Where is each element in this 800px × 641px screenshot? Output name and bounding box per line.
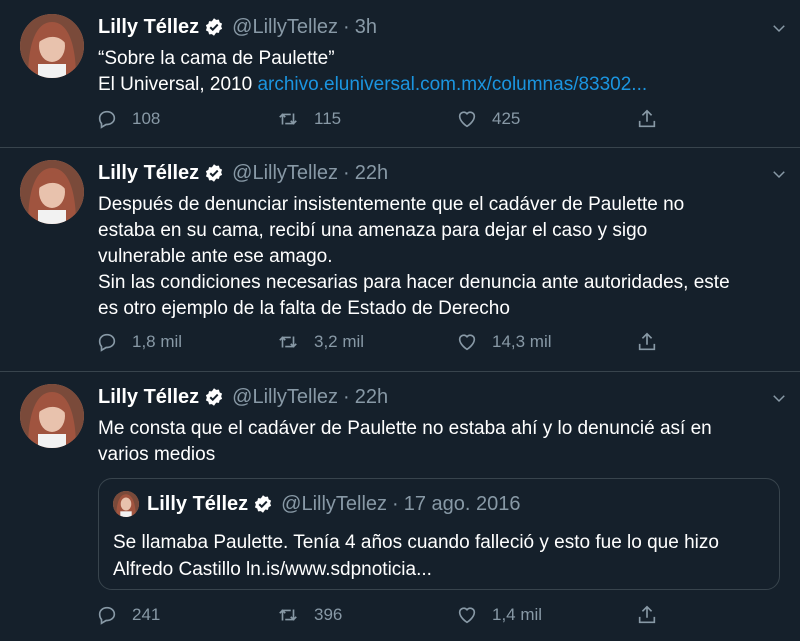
- reply-icon: [98, 110, 116, 129]
- tweet-timestamp[interactable]: 22h: [355, 386, 388, 409]
- tweet-text-line: Sin las condiciones necesarias para hace…: [98, 272, 730, 293]
- tweet-link[interactable]: archivo.eluniversal.com.mx/columnas/8330…: [257, 74, 647, 95]
- tweet[interactable]: Lilly Téllez @LillyTellez · 3h “Sobre la…: [0, 0, 800, 148]
- verified-badge-icon: [253, 494, 273, 514]
- tweet-timestamp[interactable]: 3h: [355, 16, 377, 39]
- quoted-tweet[interactable]: Lilly Téllez @LillyTellez · 17 ago. 2016…: [98, 478, 780, 590]
- author-name[interactable]: Lilly Téllez: [98, 162, 199, 185]
- quoted-text-line: Alfredo Castillo ln.is/www.sdpnoticia...: [113, 559, 432, 580]
- reply-icon: [98, 333, 116, 352]
- tweet-text-line: “Sobre la cama de Paulette”: [98, 48, 335, 69]
- chevron-down-icon: [773, 25, 785, 33]
- retweet-icon: [279, 609, 297, 621]
- like-count: 1,4 mil: [492, 605, 543, 624]
- quoted-tweet-header: Lilly Téllez @LillyTellez · 17 ago. 2016: [113, 491, 521, 517]
- share-button[interactable]: [636, 604, 676, 626]
- reply-count: 108: [132, 109, 161, 128]
- tweet-text: Después de denunciar insistentemente que…: [98, 192, 784, 322]
- like-count: 14,3 mil: [492, 332, 552, 351]
- like-button[interactable]: 1,4 mil: [456, 604, 636, 626]
- tweet[interactable]: Lilly Téllez @LillyTellez · 22h Me const…: [0, 372, 800, 641]
- reply-count: 241: [132, 605, 161, 624]
- like-count: 425: [492, 109, 521, 128]
- verified-badge-icon: [204, 163, 224, 183]
- heart-icon: [458, 334, 476, 351]
- quoted-tweet-timestamp: 17 ago. 2016: [403, 492, 521, 515]
- tweet-text-line: estaba en su cama, recibí una amenaza pa…: [98, 220, 648, 241]
- retweet-icon: [279, 336, 297, 348]
- author-name[interactable]: Lilly Téllez: [98, 386, 199, 409]
- quoted-author-handle: @LillyTellez: [281, 492, 388, 515]
- tweet-text-line: El Universal, 2010 archivo.eluniversal.c…: [98, 72, 784, 98]
- quoted-avatar: [113, 491, 139, 517]
- tweet-text-line: varios medios: [98, 444, 216, 465]
- quoted-text-line: Se llamaba Paulette. Tenía 4 años cuando…: [113, 532, 719, 553]
- separator: ·: [343, 15, 350, 38]
- tweet-actions: 1,8 mil 3,2 mil 14,3 mil: [96, 331, 676, 353]
- tweet-text: Me consta que el cadáver de Paulette no …: [98, 416, 784, 468]
- chevron-down-icon: [773, 171, 785, 179]
- author-name[interactable]: Lilly Téllez: [98, 16, 199, 39]
- separator: ·: [343, 161, 350, 184]
- chevron-down-icon: [773, 395, 785, 403]
- tweet-text-line: Después de denunciar insistentemente que…: [98, 194, 685, 215]
- share-icon: [638, 332, 656, 351]
- author-handle[interactable]: @LillyTellez: [232, 162, 338, 185]
- avatar[interactable]: [20, 384, 84, 448]
- share-icon: [638, 109, 656, 128]
- tweet-actions: 108 115 425: [96, 108, 676, 130]
- tweet-header: Lilly Téllez @LillyTellez · 22h: [98, 160, 784, 186]
- reply-button[interactable]: 1,8 mil: [96, 331, 276, 353]
- avatar[interactable]: [20, 160, 84, 224]
- author-handle[interactable]: @LillyTellez: [232, 386, 338, 409]
- quoted-tweet-text: Se llamaba Paulette. Tenía 4 años cuando…: [113, 529, 765, 583]
- heart-icon: [458, 111, 476, 128]
- retweet-count: 115: [314, 109, 342, 128]
- retweet-button[interactable]: 396: [276, 604, 456, 626]
- tweet-text-line: Me consta que el cadáver de Paulette no …: [98, 418, 712, 439]
- more-options-button[interactable]: [764, 384, 794, 412]
- avatar[interactable]: [20, 14, 84, 78]
- reply-count: 1,8 mil: [132, 332, 183, 351]
- tweet-text: “Sobre la cama de Paulette” El Universal…: [98, 46, 784, 98]
- tweet-header: Lilly Téllez @LillyTellez · 22h: [98, 384, 784, 410]
- tweet-header: Lilly Téllez @LillyTellez · 3h: [98, 14, 784, 40]
- reply-button[interactable]: 108: [96, 108, 276, 130]
- author-handle[interactable]: @LillyTellez: [232, 16, 338, 39]
- retweet-icon: [279, 113, 297, 125]
- tweet-actions: 241 396 1,4 mil: [96, 604, 676, 626]
- retweet-count: 3,2 mil: [314, 332, 365, 351]
- share-button[interactable]: [636, 331, 676, 353]
- heart-icon: [458, 607, 476, 624]
- like-button[interactable]: 14,3 mil: [456, 331, 636, 353]
- share-icon: [638, 605, 656, 624]
- retweet-count: 396: [314, 605, 343, 624]
- tweet-text-prefix: El Universal, 2010: [98, 74, 258, 95]
- more-options-button[interactable]: [764, 14, 794, 42]
- tweet-timestamp[interactable]: 22h: [355, 162, 388, 185]
- quoted-author-name: Lilly Téllez: [147, 492, 249, 515]
- like-button[interactable]: 425: [456, 108, 636, 130]
- tweet[interactable]: Lilly Téllez @LillyTellez · 22h Después …: [0, 148, 800, 372]
- verified-badge-icon: [204, 17, 224, 37]
- separator: ·: [392, 492, 399, 515]
- tweet-text-line: vulnerable ante ese amago.: [98, 246, 333, 267]
- share-button[interactable]: [636, 108, 676, 130]
- verified-badge-icon: [204, 387, 224, 407]
- reply-icon: [98, 606, 116, 625]
- retweet-button[interactable]: 3,2 mil: [276, 331, 456, 353]
- separator: ·: [343, 385, 350, 408]
- tweet-text-line: es otro ejemplo de la falta de Estado de…: [98, 298, 510, 319]
- tweet-feed: Lilly Téllez @LillyTellez · 3h “Sobre la…: [0, 0, 800, 641]
- retweet-button[interactable]: 115: [276, 108, 456, 130]
- reply-button[interactable]: 241: [96, 604, 276, 626]
- more-options-button[interactable]: [764, 160, 794, 188]
